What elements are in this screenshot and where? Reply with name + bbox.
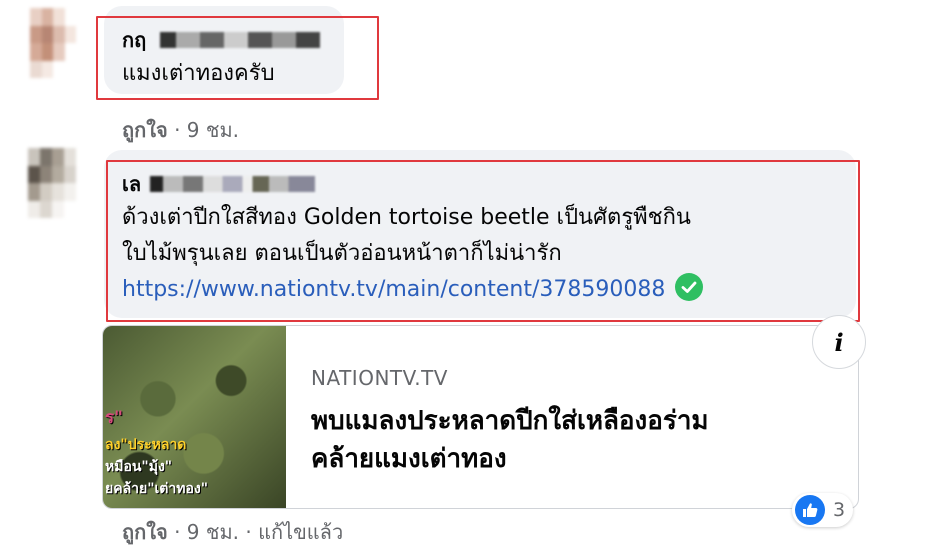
blurred-name <box>160 32 320 48</box>
thumb-caption: ลง"ประหลาด <box>105 437 187 453</box>
comment-text-line: ด้วงเต่าปีกใสสีทอง Golden tortoise beetl… <box>122 205 691 230</box>
thumb-caption: ยคล้าย"เต่าทอง" <box>105 481 209 497</box>
comment-text-line: ใบไม้พรุนเลย ตอนเป็นตัวอ่อนหน้าตาก็ไม่น่… <box>122 241 562 266</box>
info-icon[interactable]: i <box>812 315 866 369</box>
avatar[interactable] <box>30 8 76 78</box>
author-name[interactable]: เล <box>122 172 141 196</box>
separator: · <box>174 118 181 142</box>
verified-check-icon <box>675 273 704 301</box>
preview-title[interactable]: พบแมลงประหลาดปีกใส่เหลืองอร่าม คล้ายแมงเ… <box>311 402 709 478</box>
like-icon <box>795 495 825 525</box>
separator: · <box>174 520 181 544</box>
preview-thumbnail[interactable]: ร" ลง"ประหลาด หมือน"มุ้ง" ยคล้าย"เต่าทอง… <box>103 326 286 508</box>
link-preview-card[interactable]: ร" ลง"ประหลาด หมือน"มุ้ง" ยคล้าย"เต่าทอง… <box>102 325 859 509</box>
timestamp[interactable]: 9 ชม. <box>187 520 239 544</box>
comment-author[interactable]: กฤ <box>122 28 146 52</box>
separator: · <box>245 520 252 544</box>
edited-label: แก้ไขแล้ว <box>258 520 344 544</box>
like-action[interactable]: ถูกใจ <box>122 118 168 142</box>
timestamp[interactable]: 9 ชม. <box>187 118 239 142</box>
preview-title-line[interactable]: พบแมลงประหลาดปีกใส่เหลืองอร่าม <box>311 402 709 440</box>
comment-actions: ถูกใจ · 9 ชม. · แก้ไขแล้ว <box>122 516 343 548</box>
comment-text: แมงเต่าทองครับ <box>122 61 275 86</box>
comment-author[interactable]: เล <box>122 172 141 196</box>
comment-link[interactable]: https://www.nationtv.tv/main/content/378… <box>122 277 665 302</box>
blurred-name <box>150 176 315 192</box>
comment-link-row: https://www.nationtv.tv/main/content/378… <box>122 272 704 308</box>
reaction-count: 3 <box>833 499 846 521</box>
preview-title-line[interactable]: คล้ายแมงเต่าทอง <box>311 440 709 478</box>
author-name[interactable]: กฤ <box>122 28 146 52</box>
thumb-caption: ร" <box>105 408 123 428</box>
thumb-caption: หมือน"มุ้ง" <box>105 459 173 475</box>
comment-actions: ถูกใจ · 9 ชม. <box>122 114 239 146</box>
reaction-summary[interactable]: 3 <box>792 493 854 527</box>
like-action[interactable]: ถูกใจ <box>122 520 168 544</box>
avatar[interactable] <box>28 148 76 218</box>
preview-domain: NATIONTV.TV <box>311 366 448 390</box>
